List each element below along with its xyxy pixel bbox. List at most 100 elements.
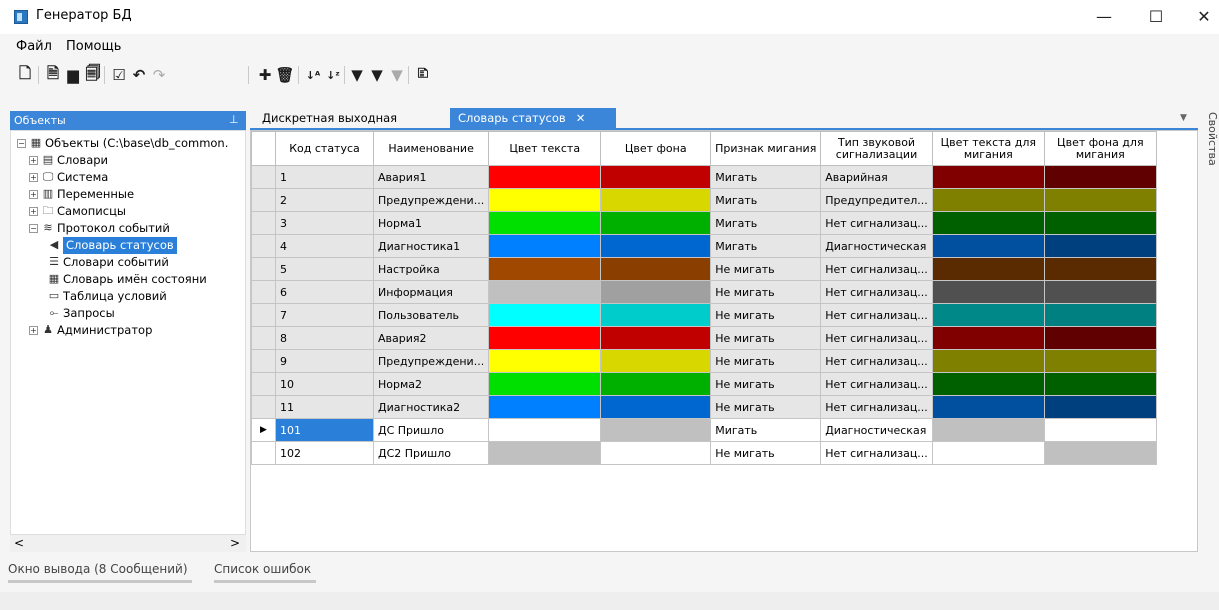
validate-icon[interactable]: ☑ (110, 66, 128, 84)
status-name-cell[interactable]: ДС Пришло (372, 418, 490, 442)
expand-icon[interactable]: + (29, 156, 38, 165)
text-color-swatch[interactable] (488, 326, 602, 350)
output-window-tab[interactable]: Окно вывода (8 Сообщений) (8, 562, 192, 583)
delete-icon[interactable]: 🗑 (275, 66, 294, 84)
save-icon[interactable]: ▆ (64, 66, 82, 84)
expand-icon[interactable]: + (29, 173, 38, 182)
bg-color-swatch[interactable] (600, 441, 712, 465)
row-selector[interactable] (251, 165, 276, 189)
row-selector[interactable] (251, 234, 276, 258)
status-code-cell[interactable]: 102 (275, 441, 374, 465)
sound-type-cell[interactable]: Нет сигнализац... (820, 303, 933, 327)
tab-dropdown-icon[interactable]: ▼ (1180, 113, 1187, 123)
row-selector[interactable] (251, 349, 276, 373)
blink-bg-color-swatch[interactable] (1043, 188, 1157, 212)
sound-type-cell[interactable]: Нет сигнализац... (820, 349, 933, 373)
scroll-right-button[interactable]: > (230, 536, 240, 550)
tree-item[interactable]: ▦ Словарь имён состояни (11, 271, 245, 288)
status-name-cell[interactable]: Норма1 (372, 211, 490, 235)
column-header[interactable]: Код статуса (275, 131, 374, 166)
blink-bg-color-swatch[interactable] (1043, 280, 1157, 304)
menu-help[interactable]: Помощь (66, 39, 121, 54)
blink-cell[interactable]: Не мигать (710, 441, 822, 465)
table-row[interactable]: 8 Авария2 Не мигать Нет сигнализац... (251, 326, 1157, 350)
table-row[interactable]: 10 Норма2 Не мигать Нет сигнализац... (251, 372, 1157, 396)
status-code-cell[interactable]: 1 (275, 165, 374, 189)
tree-item[interactable]: + 🗀 Самописцы (11, 203, 245, 220)
sound-type-cell[interactable]: Нет сигнализац... (820, 372, 933, 396)
sound-type-cell[interactable]: Предупредител... (820, 188, 933, 212)
sound-type-cell[interactable]: Нет сигнализац... (820, 395, 933, 419)
row-selector[interactable] (251, 280, 276, 304)
properties-side-tab[interactable]: Свойства (1200, 108, 1219, 168)
table-row[interactable]: 2 Предупреждени... Мигать Предупредител... (251, 188, 1157, 212)
blink-cell[interactable]: Не мигать (710, 326, 822, 350)
collapse-icon[interactable]: − (29, 224, 38, 233)
blink-cell[interactable]: Мигать (710, 165, 822, 189)
status-code-cell[interactable]: 8 (275, 326, 374, 350)
close-button[interactable]: ✕ (1187, 4, 1219, 30)
blink-text-color-swatch[interactable] (931, 257, 1045, 281)
tree-item[interactable]: + 🖵 Система (11, 169, 245, 186)
row-selector[interactable] (251, 326, 276, 350)
bg-color-swatch[interactable] (600, 395, 712, 419)
bg-color-swatch[interactable] (600, 349, 712, 373)
status-code-cell[interactable]: 5 (275, 257, 374, 281)
blink-bg-color-swatch[interactable] (1043, 441, 1157, 465)
blink-text-color-swatch[interactable] (931, 418, 1045, 442)
text-color-swatch[interactable] (488, 234, 602, 258)
sound-type-cell[interactable]: Нет сигнализац... (820, 280, 933, 304)
status-name-cell[interactable]: Диагностика1 (372, 234, 490, 258)
status-name-cell[interactable]: Авария2 (372, 326, 490, 350)
text-color-swatch[interactable] (488, 418, 602, 442)
blink-bg-color-swatch[interactable] (1043, 211, 1157, 235)
blink-bg-color-swatch[interactable] (1043, 303, 1157, 327)
tab-status-dictionary[interactable]: Словарь статусов ✕ (450, 108, 616, 128)
table-row[interactable]: 6 Информация Не мигать Нет сигнализац... (251, 280, 1157, 304)
text-color-swatch[interactable] (488, 349, 602, 373)
filter-clear-icon[interactable]: ▼ (388, 66, 406, 84)
blink-text-color-swatch[interactable] (931, 165, 1045, 189)
tree-item[interactable]: − ≋ Протокол событий (11, 220, 245, 237)
sound-type-cell[interactable]: Диагностическая (820, 234, 933, 258)
tree-item[interactable]: ⟜ Запросы (11, 305, 245, 322)
new-file-icon[interactable]: 🗋 (16, 64, 34, 84)
text-color-swatch[interactable] (488, 211, 602, 235)
blink-text-color-swatch[interactable] (931, 372, 1045, 396)
blink-text-color-swatch[interactable] (931, 188, 1045, 212)
expand-icon[interactable]: + (29, 326, 38, 335)
tree-item[interactable]: + ♟ Администратор (11, 322, 245, 339)
blink-cell[interactable]: Мигать (710, 188, 822, 212)
text-color-swatch[interactable] (488, 303, 602, 327)
bg-color-swatch[interactable] (600, 165, 712, 189)
blink-cell[interactable]: Не мигать (710, 303, 822, 327)
column-header[interactable]: Наименование (372, 131, 490, 166)
blink-cell[interactable]: Не мигать (710, 280, 822, 304)
column-header[interactable]: Цвет фона для мигания (1043, 131, 1157, 166)
blink-text-color-swatch[interactable] (931, 349, 1045, 373)
tree-item[interactable]: ☰ Словари событий (11, 254, 245, 271)
blink-text-color-swatch[interactable] (931, 395, 1045, 419)
text-color-swatch[interactable] (488, 395, 602, 419)
status-code-cell[interactable]: 6 (275, 280, 374, 304)
close-tab-icon[interactable]: ✕ (576, 111, 586, 125)
blink-bg-color-swatch[interactable] (1043, 165, 1157, 189)
column-header[interactable]: Цвет текста для мигания (931, 131, 1045, 166)
status-code-cell[interactable]: 3 (275, 211, 374, 235)
table-row[interactable]: 9 Предупреждени... Не мигать Нет сигнализац… (251, 349, 1157, 373)
expand-icon[interactable]: + (29, 207, 38, 216)
row-selector[interactable] (251, 303, 276, 327)
bg-color-swatch[interactable] (600, 257, 712, 281)
blink-text-color-swatch[interactable] (931, 441, 1045, 465)
bg-color-swatch[interactable] (600, 280, 712, 304)
minimize-button[interactable]: — (1087, 4, 1121, 30)
blink-cell[interactable]: Не мигать (710, 349, 822, 373)
sound-type-cell[interactable]: Нет сигнализац... (820, 441, 933, 465)
text-color-swatch[interactable] (488, 257, 602, 281)
status-code-cell[interactable]: 11 (275, 395, 374, 419)
blink-bg-color-swatch[interactable] (1043, 349, 1157, 373)
sound-type-cell[interactable]: Аварийная (820, 165, 933, 189)
table-row[interactable]: 7 Пользователь Не мигать Нет сигнализац... (251, 303, 1157, 327)
blink-bg-color-swatch[interactable] (1043, 395, 1157, 419)
status-code-cell[interactable]: 7 (275, 303, 374, 327)
